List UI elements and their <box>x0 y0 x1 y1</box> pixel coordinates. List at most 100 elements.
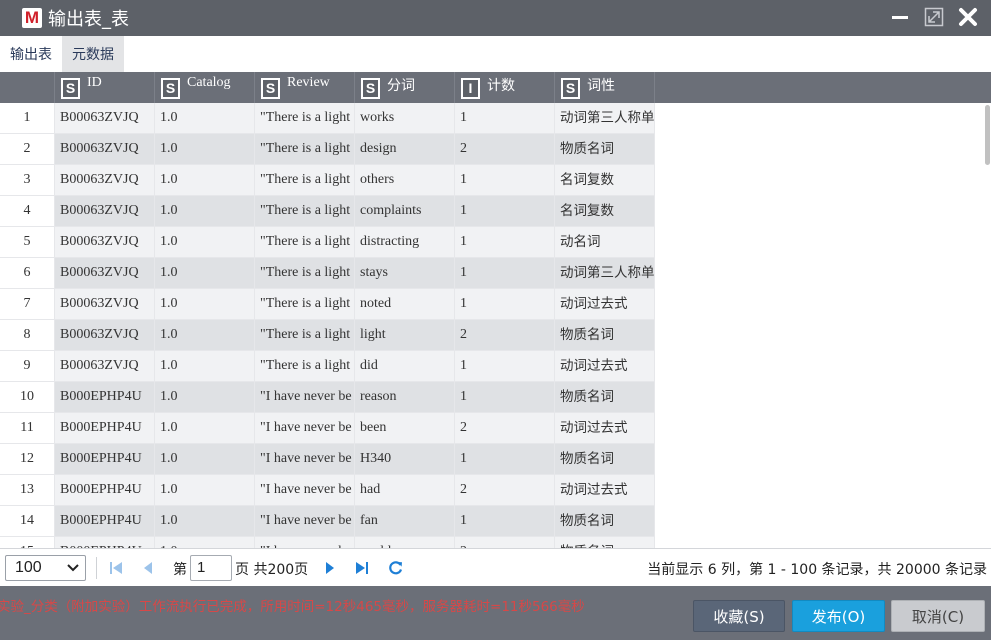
cell-review: "There is a light <box>255 196 355 227</box>
table-row[interactable]: 4 B00063ZVJQ 1.0 "There is a light complaint… <box>0 196 655 227</box>
column-header[interactable]: S 分词 <box>355 72 455 103</box>
last-page-icon[interactable] <box>353 558 371 578</box>
table-row[interactable]: 9 B00063ZVJQ 1.0 "There is a light did 1 动词过去式 <box>0 351 655 382</box>
page-size-value: 100 <box>15 559 42 576</box>
table-row[interactable]: 8 B00063ZVJQ 1.0 "There is a light light 2 物质名… <box>0 320 655 351</box>
column-header-label: 计数 <box>487 79 515 94</box>
row-number: 8 <box>0 320 55 351</box>
table-row[interactable]: 7 B00063ZVJQ 1.0 "There is a light noted 1 动词过… <box>0 289 655 320</box>
title-bar: M 输出表_表 <box>0 0 991 36</box>
close-icon[interactable] <box>957 6 979 28</box>
table-row[interactable]: 5 B00063ZVJQ 1.0 "There is a light distracti… <box>0 227 655 258</box>
cell-catalog: 1.0 <box>155 289 255 320</box>
row-number: 6 <box>0 258 55 289</box>
cell-word: reason <box>355 382 455 413</box>
cell-pos: 物质名词 <box>555 537 655 548</box>
cell-id: B000EPHP4U <box>55 413 155 444</box>
cell-review: "I have never be <box>255 475 355 506</box>
column-header[interactable]: S 词性 <box>555 72 655 103</box>
cell-word: fan <box>355 506 455 537</box>
cancel-button[interactable]: 取消(C) <box>891 600 985 632</box>
table-row[interactable]: 15B000EPHP4U1.0"I have never becould2物质名… <box>0 537 655 548</box>
cell-pos: 名词复数 <box>555 165 655 196</box>
data-grid: S ID S Catalog S Review S 分词 I 计数 S 词性 1 B00063ZVJQ 1… <box>0 72 991 548</box>
cell-catalog: 1.0 <box>155 196 255 227</box>
maximize-icon[interactable] <box>923 6 945 28</box>
page-prefix: 第 <box>173 562 187 578</box>
cell-count: 2 <box>455 320 555 351</box>
cell-pos: 动词过去式 <box>555 475 655 506</box>
publish-button[interactable]: 发布(O) <box>792 600 885 632</box>
cell-review: "I have never be <box>255 413 355 444</box>
cell-review: "There is a light <box>255 103 355 134</box>
table-row[interactable]: 14 B000EPHP4U 1.0 "I have never be fan 1 物质名词 <box>0 506 655 537</box>
cell-id: B00063ZVJQ <box>55 196 155 227</box>
table-row[interactable]: 11 B000EPHP4U 1.0 "I have never be been 2 动词过去… <box>0 413 655 444</box>
table-row[interactable]: 3 B00063ZVJQ 1.0 "There is a light others 1 名词… <box>0 165 655 196</box>
current-page-input[interactable]: 1 <box>190 555 232 581</box>
cell-id: B000EPHP4U <box>55 382 155 413</box>
cell-catalog: 1.0 <box>155 382 255 413</box>
pager-separator <box>96 557 97 579</box>
column-header-label: ID <box>87 75 102 90</box>
table-row[interactable]: 12 B000EPHP4U 1.0 "I have never be H340 1 物质名词 <box>0 444 655 475</box>
column-header[interactable]: S Review <box>255 72 355 103</box>
window-title: 输出表_表 <box>48 9 129 30</box>
cell-word: H340 <box>355 444 455 475</box>
row-number: 15 <box>0 537 55 548</box>
table-row[interactable]: 13 B000EPHP4U 1.0 "I have never be had 2 动词过去式 <box>0 475 655 506</box>
cell-word: did <box>355 351 455 382</box>
table-row[interactable]: 6 B00063ZVJQ 1.0 "There is a light stays 1 动词第… <box>0 258 655 289</box>
chevron-down-icon <box>67 564 79 572</box>
cell-pos: 动词过去式 <box>555 413 655 444</box>
cell-id: B00063ZVJQ <box>55 320 155 351</box>
cell-review: "There is a light <box>255 320 355 351</box>
cell-word: distracting <box>355 227 455 258</box>
next-page-icon[interactable] <box>321 558 339 578</box>
cell-id: B000EPHP4U <box>55 506 155 537</box>
prev-page-icon[interactable] <box>139 558 157 578</box>
row-number: 4 <box>0 196 55 227</box>
row-number: 7 <box>0 289 55 320</box>
scrollbar-thumb[interactable] <box>985 105 990 165</box>
cell-count: 1 <box>455 258 555 289</box>
cell-word: stays <box>355 258 455 289</box>
cell-word: had <box>355 475 455 506</box>
cell-id: B000EPHP4U <box>55 537 155 548</box>
app-logo: M <box>22 8 42 28</box>
cell-catalog: 1.0 <box>155 413 255 444</box>
tab-metadata[interactable]: 元数据 <box>62 36 124 72</box>
table-row[interactable]: 1 B00063ZVJQ 1.0 "There is a light works 1 动词第… <box>0 103 655 134</box>
cell-count: 1 <box>455 227 555 258</box>
column-type-icon: S <box>261 78 280 99</box>
cell-review: "There is a light <box>255 258 355 289</box>
row-number: 2 <box>0 134 55 165</box>
cell-id: B00063ZVJQ <box>55 103 155 134</box>
column-header-label: Review <box>287 75 330 90</box>
cell-count: 1 <box>455 506 555 537</box>
column-header[interactable]: S Catalog <box>155 72 255 103</box>
column-type-icon: S <box>61 78 80 99</box>
cell-review: "There is a light <box>255 165 355 196</box>
row-number: 5 <box>0 227 55 258</box>
cell-word: been <box>355 413 455 444</box>
table-row[interactable]: 2 B00063ZVJQ 1.0 "There is a light design 2 物质… <box>0 134 655 165</box>
tab-bar: 输出表 元数据 <box>0 36 991 72</box>
footer: 实验_分类（附加实验）工作流执行已完成，所用时间=12秒465毫秒，服务器耗时=… <box>0 586 991 640</box>
refresh-icon[interactable] <box>387 558 405 578</box>
page-size-select[interactable]: 100 <box>5 555 86 581</box>
table-row[interactable]: 10 B000EPHP4U 1.0 "I have never be reason 1 物质… <box>0 382 655 413</box>
vertical-scrollbar[interactable] <box>983 103 991 548</box>
column-header[interactable]: I 计数 <box>455 72 555 103</box>
favorite-button[interactable]: 收藏(S) <box>693 600 785 632</box>
minimize-icon[interactable] <box>889 6 911 28</box>
column-header[interactable]: S ID <box>55 72 155 103</box>
tab-output-table[interactable]: 输出表 <box>0 36 62 72</box>
cell-count: 1 <box>455 382 555 413</box>
cell-id: B00063ZVJQ <box>55 289 155 320</box>
cell-id: B00063ZVJQ <box>55 134 155 165</box>
cell-review: "I have never be <box>255 444 355 475</box>
first-page-icon[interactable] <box>107 558 125 578</box>
cell-count: 1 <box>455 444 555 475</box>
cell-catalog: 1.0 <box>155 165 255 196</box>
